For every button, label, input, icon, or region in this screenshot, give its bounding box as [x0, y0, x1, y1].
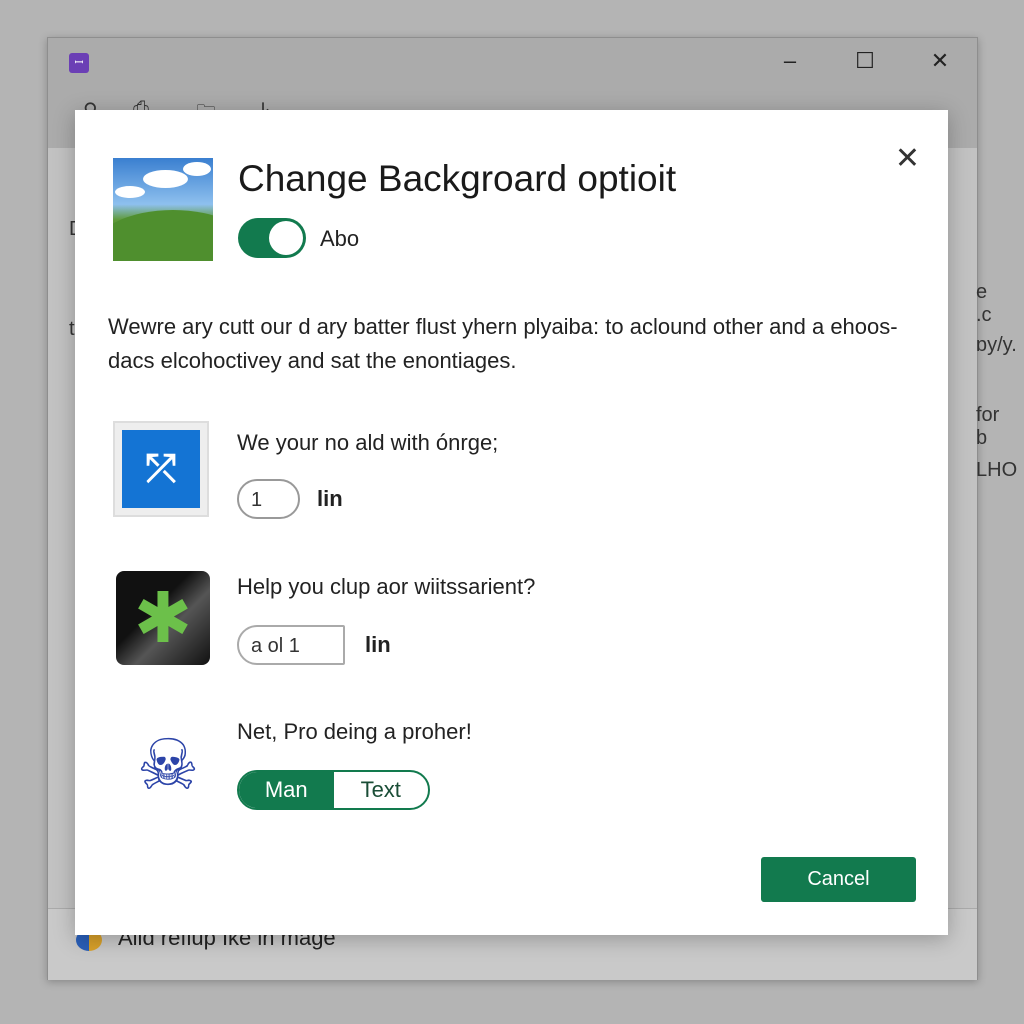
dialog-close-button[interactable]: ✕	[895, 144, 920, 174]
landscape-image	[113, 158, 213, 261]
row-title: Help you clup aor wiitssarient?	[237, 574, 536, 599]
bg-text: t	[69, 318, 75, 340]
unit-label: lin	[317, 486, 343, 511]
change-background-dialog: ✕ Change Backgroard optioit Abo Wewre ar…	[75, 110, 948, 935]
bg-text: for b	[976, 404, 1000, 449]
blue-tile-icon: ⤱	[113, 421, 209, 517]
window-close-button[interactable]: ✕	[925, 48, 955, 74]
unit-label: lin	[365, 632, 391, 657]
toggle-label: Abo	[320, 226, 360, 251]
segment-text[interactable]: Text	[334, 772, 429, 808]
app-logo-icon: ꟷ	[69, 53, 89, 73]
green-star-icon: ✱	[116, 571, 210, 665]
dialog-title: Change Backgroard optioit	[238, 158, 677, 199]
bg-text: LHO	[976, 459, 1018, 481]
maximize-button[interactable]: ☐	[850, 48, 880, 74]
row-title: Net, Pro deing a proher!	[237, 719, 472, 744]
value-input[interactable]: a ol 1	[237, 625, 345, 665]
cancel-button[interactable]: Cancel	[761, 857, 916, 902]
minimize-button[interactable]: –	[775, 48, 805, 74]
bg-text: e .c	[976, 281, 992, 326]
segment-man[interactable]: Man	[239, 772, 334, 808]
background-toggle[interactable]	[238, 218, 306, 258]
mode-segmented-control: Man Text	[237, 770, 430, 810]
dialog-description: Wewre ary cutt our d ary batter flust yh…	[108, 314, 898, 373]
value-input[interactable]: 1	[237, 479, 300, 519]
bg-text: ɒy/y.	[976, 334, 1017, 356]
blue-head-icon: ☠	[136, 726, 200, 804]
row-title: We your no ald with ónrge;	[237, 430, 499, 455]
